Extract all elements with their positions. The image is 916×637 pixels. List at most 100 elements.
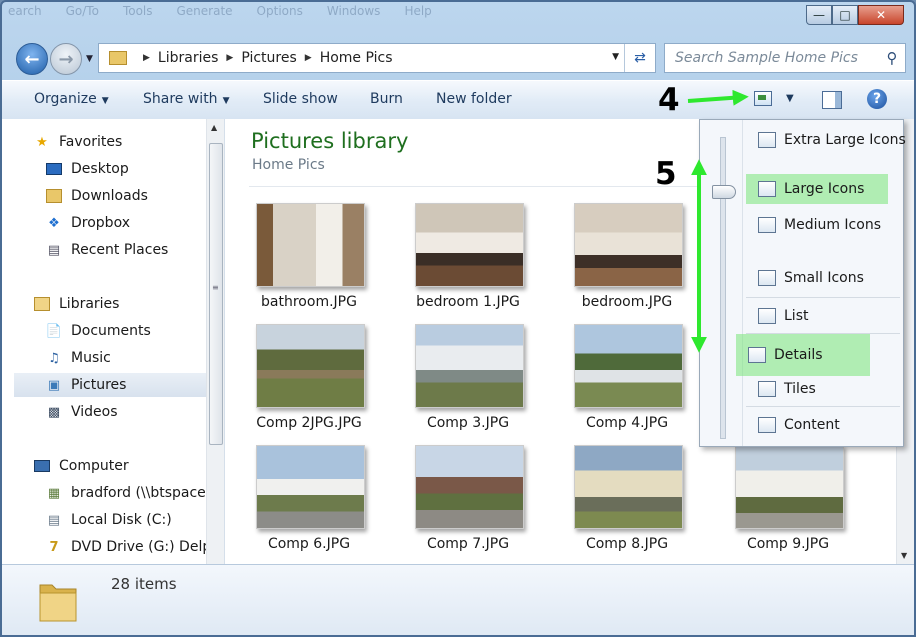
menu-gutter bbox=[742, 120, 743, 446]
view-label: Small Icons bbox=[784, 270, 864, 286]
search-box[interactable]: Search Sample Home Pics ⚲ bbox=[664, 43, 906, 73]
refresh-icon[interactable]: ⇄ bbox=[624, 44, 655, 72]
photo-thumbnail-image bbox=[574, 203, 683, 287]
nav-videos[interactable]: ▩ Videos bbox=[46, 400, 224, 424]
nav-label: Favorites bbox=[59, 134, 123, 150]
more-options-dropdown-icon[interactable]: ▼ bbox=[786, 93, 794, 104]
file-name: bathroom.JPG bbox=[261, 294, 357, 310]
documents-icon: 📄 bbox=[45, 323, 63, 339]
annotation-step-5: 5 bbox=[655, 156, 677, 192]
view-content[interactable]: Content bbox=[746, 410, 900, 440]
minimize-button[interactable]: — bbox=[806, 5, 832, 25]
file-thumbnail[interactable]: bedroom 1.JPG bbox=[392, 203, 544, 323]
file-thumbnail[interactable]: bedroom.JPG bbox=[551, 203, 703, 323]
pictures-icon: ▣ bbox=[47, 377, 61, 393]
nav-dropbox[interactable]: ❖ Dropbox bbox=[46, 211, 224, 235]
file-thumbnail[interactable]: Comp 2JPG.JPG bbox=[233, 324, 385, 444]
grip-icon: ≡ bbox=[212, 283, 219, 292]
search-icon[interactable]: ⚲ bbox=[879, 49, 905, 67]
nav-downloads[interactable]: Downloads bbox=[46, 184, 224, 208]
share-with-button[interactable]: Share with ▼ bbox=[143, 91, 229, 107]
chevron-right-icon[interactable]: ▶ bbox=[305, 53, 312, 63]
close-button[interactable]: ✕ bbox=[858, 5, 904, 25]
nav-network-drive[interactable]: ▦ bradford (\\btspace) bbox=[46, 481, 224, 505]
view-list[interactable]: List bbox=[746, 301, 900, 331]
content-view-icon bbox=[758, 417, 776, 433]
view-small-icons[interactable]: Small Icons bbox=[746, 263, 900, 293]
back-button[interactable]: ← bbox=[16, 43, 48, 75]
view-tiles[interactable]: Tiles bbox=[746, 374, 900, 404]
change-view-icon[interactable] bbox=[754, 91, 772, 106]
view-label: List bbox=[784, 308, 809, 324]
nav-libraries[interactable]: Libraries bbox=[34, 292, 224, 316]
desktop-icon bbox=[46, 161, 62, 177]
file-thumbnail[interactable]: Comp 9.JPG bbox=[712, 445, 864, 564]
item-count: 28 items bbox=[111, 575, 177, 593]
maximize-button[interactable]: □ bbox=[832, 5, 858, 25]
nav-documents[interactable]: 📄 Documents bbox=[45, 319, 224, 343]
nav-local-disk[interactable]: ▤ Local Disk (C:) bbox=[46, 508, 224, 532]
preview-pane-icon[interactable] bbox=[822, 91, 842, 109]
nav-scrollbar[interactable]: ▲ ≡ bbox=[206, 119, 224, 564]
view-medium-icons[interactable]: Medium Icons bbox=[746, 210, 900, 240]
photo-thumbnail-image bbox=[256, 445, 365, 529]
nav-desktop[interactable]: Desktop bbox=[46, 157, 224, 181]
search-input[interactable]: Search Sample Home Pics bbox=[665, 50, 879, 66]
menu-item[interactable]: Go/To bbox=[66, 4, 99, 18]
nav-label: Pictures bbox=[71, 377, 127, 393]
recent-pages-dropdown[interactable]: ▼ bbox=[86, 54, 93, 64]
view-label: Medium Icons bbox=[784, 217, 881, 233]
file-thumbnail[interactable]: Comp 7.JPG bbox=[392, 445, 544, 564]
file-name: Comp 7.JPG bbox=[426, 536, 510, 552]
breadcrumb-pictures[interactable]: Pictures bbox=[241, 50, 296, 66]
nav-recent-places[interactable]: ▤ Recent Places bbox=[46, 238, 224, 262]
nav-dvd-drive[interactable]: 7 DVD Drive (G:) Delp bbox=[46, 535, 224, 559]
view-details[interactable]: Details bbox=[736, 334, 870, 376]
menu-item[interactable]: Options bbox=[257, 4, 303, 18]
address-bar[interactable]: ▶ Libraries ▶ Pictures ▶ Home Pics ▼ ⇄ bbox=[98, 43, 656, 73]
navigation-pane: ★ Favorites Desktop Downloads ❖ Dropbox ▤ R… bbox=[2, 119, 225, 564]
file-name: Comp 8.JPG bbox=[585, 536, 669, 552]
view-large-icons[interactable]: Large Icons bbox=[746, 174, 888, 204]
nav-music[interactable]: ♫ Music bbox=[46, 346, 224, 370]
menu-item[interactable]: Help bbox=[404, 4, 431, 18]
dvd-drive-icon: 7 bbox=[49, 539, 59, 555]
nav-pictures[interactable]: ▣ Pictures bbox=[14, 373, 206, 397]
menu-item[interactable]: Windows bbox=[327, 4, 381, 18]
view-extra-large-icons[interactable]: Extra Large Icons bbox=[746, 125, 906, 155]
address-dropdown-icon[interactable]: ▼ bbox=[612, 52, 619, 62]
organize-button[interactable]: Organize ▼ bbox=[34, 91, 109, 107]
star-icon: ★ bbox=[36, 134, 48, 150]
chevron-right-icon[interactable]: ▶ bbox=[143, 53, 150, 63]
help-icon[interactable]: ? bbox=[867, 89, 887, 109]
divider bbox=[249, 186, 719, 187]
nav-favorites[interactable]: ★ Favorites bbox=[34, 130, 224, 154]
file-thumbnail[interactable]: bathroom.JPG bbox=[233, 203, 385, 323]
menu-item[interactable]: earch bbox=[8, 4, 42, 18]
burn-button[interactable]: Burn bbox=[370, 91, 403, 107]
share-with-label: Share with bbox=[143, 91, 218, 107]
menu-item[interactable]: Tools bbox=[123, 4, 153, 18]
view-size-slider-thumb[interactable] bbox=[712, 185, 736, 199]
file-name: Comp 4.JPG bbox=[585, 415, 669, 431]
forward-button[interactable]: → bbox=[50, 43, 82, 75]
scroll-up-icon[interactable]: ▲ bbox=[211, 123, 217, 132]
chevron-right-icon[interactable]: ▶ bbox=[226, 53, 233, 63]
nav-computer[interactable]: Computer bbox=[34, 454, 224, 478]
breadcrumb-libraries[interactable]: Libraries bbox=[158, 50, 218, 66]
menu-separator bbox=[746, 297, 900, 298]
caption-buttons: — □ ✕ bbox=[806, 5, 904, 25]
view-label: Extra Large Icons bbox=[784, 132, 906, 148]
file-thumbnail[interactable]: Comp 6.JPG bbox=[233, 445, 385, 564]
file-thumbnail[interactable]: Comp 3.JPG bbox=[392, 324, 544, 444]
breadcrumb-home-pics[interactable]: Home Pics bbox=[320, 50, 393, 66]
list-view-icon bbox=[758, 308, 776, 324]
slide-show-button[interactable]: Slide show bbox=[263, 91, 338, 107]
view-size-slider-track[interactable] bbox=[720, 137, 726, 439]
file-thumbnail[interactable]: Comp 4.JPG bbox=[551, 324, 703, 444]
file-thumbnail[interactable]: Comp 8.JPG bbox=[551, 445, 703, 564]
scroll-down-icon[interactable]: ▼ bbox=[901, 551, 907, 560]
scrollbar-thumb[interactable] bbox=[209, 143, 223, 445]
new-folder-button[interactable]: New folder bbox=[436, 91, 512, 107]
menu-item[interactable]: Generate bbox=[177, 4, 233, 18]
